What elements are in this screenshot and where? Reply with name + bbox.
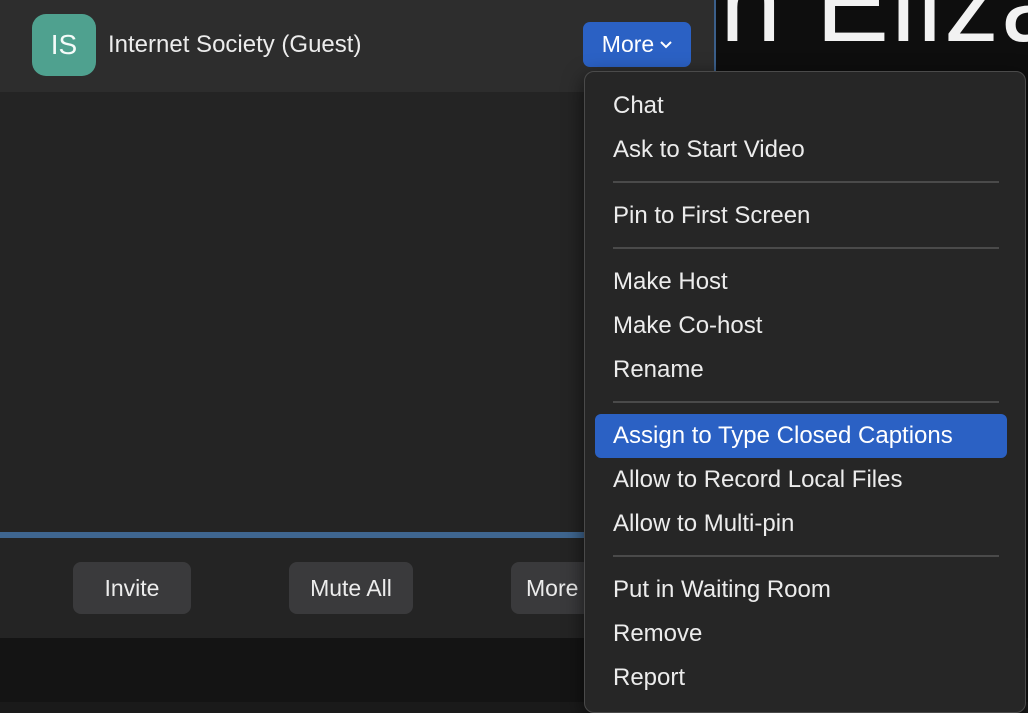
menu-item-chat[interactable]: Chat [595, 84, 1007, 128]
menu-separator [613, 247, 999, 249]
menu-separator [613, 181, 999, 183]
menu-item-assign-closed-captions[interactable]: Assign to Type Closed Captions [595, 414, 1007, 458]
participant-name: Internet Society (Guest) [108, 31, 362, 58]
mute-all-button[interactable]: Mute All [289, 562, 413, 614]
menu-item-make-host[interactable]: Make Host [595, 260, 1007, 304]
menu-item-ask-start-video[interactable]: Ask to Start Video [595, 128, 1007, 172]
menu-item-remove[interactable]: Remove [595, 612, 1007, 656]
menu-item-allow-multi-pin[interactable]: Allow to Multi-pin [595, 502, 1007, 546]
menu-item-rename[interactable]: Rename [595, 348, 1007, 392]
menu-item-waiting-room[interactable]: Put in Waiting Room [595, 568, 1007, 612]
menu-item-pin-first-screen[interactable]: Pin to First Screen [595, 194, 1007, 238]
more-button-label: More [601, 31, 655, 57]
video-overlay-text: n Eliza [720, 0, 1028, 65]
more-dropdown-menu: Chat Ask to Start Video Pin to First Scr… [584, 71, 1026, 713]
menu-separator [613, 401, 999, 403]
menu-separator [613, 555, 999, 557]
menu-item-report[interactable]: Report [595, 656, 1007, 700]
avatar: IS [32, 14, 96, 76]
chevron-down-icon [660, 40, 672, 48]
menu-item-allow-record-local[interactable]: Allow to Record Local Files [595, 458, 1007, 502]
menu-item-make-cohost[interactable]: Make Co-host [595, 304, 1007, 348]
participant-more-button[interactable]: More [583, 22, 691, 67]
invite-button[interactable]: Invite [73, 562, 191, 614]
